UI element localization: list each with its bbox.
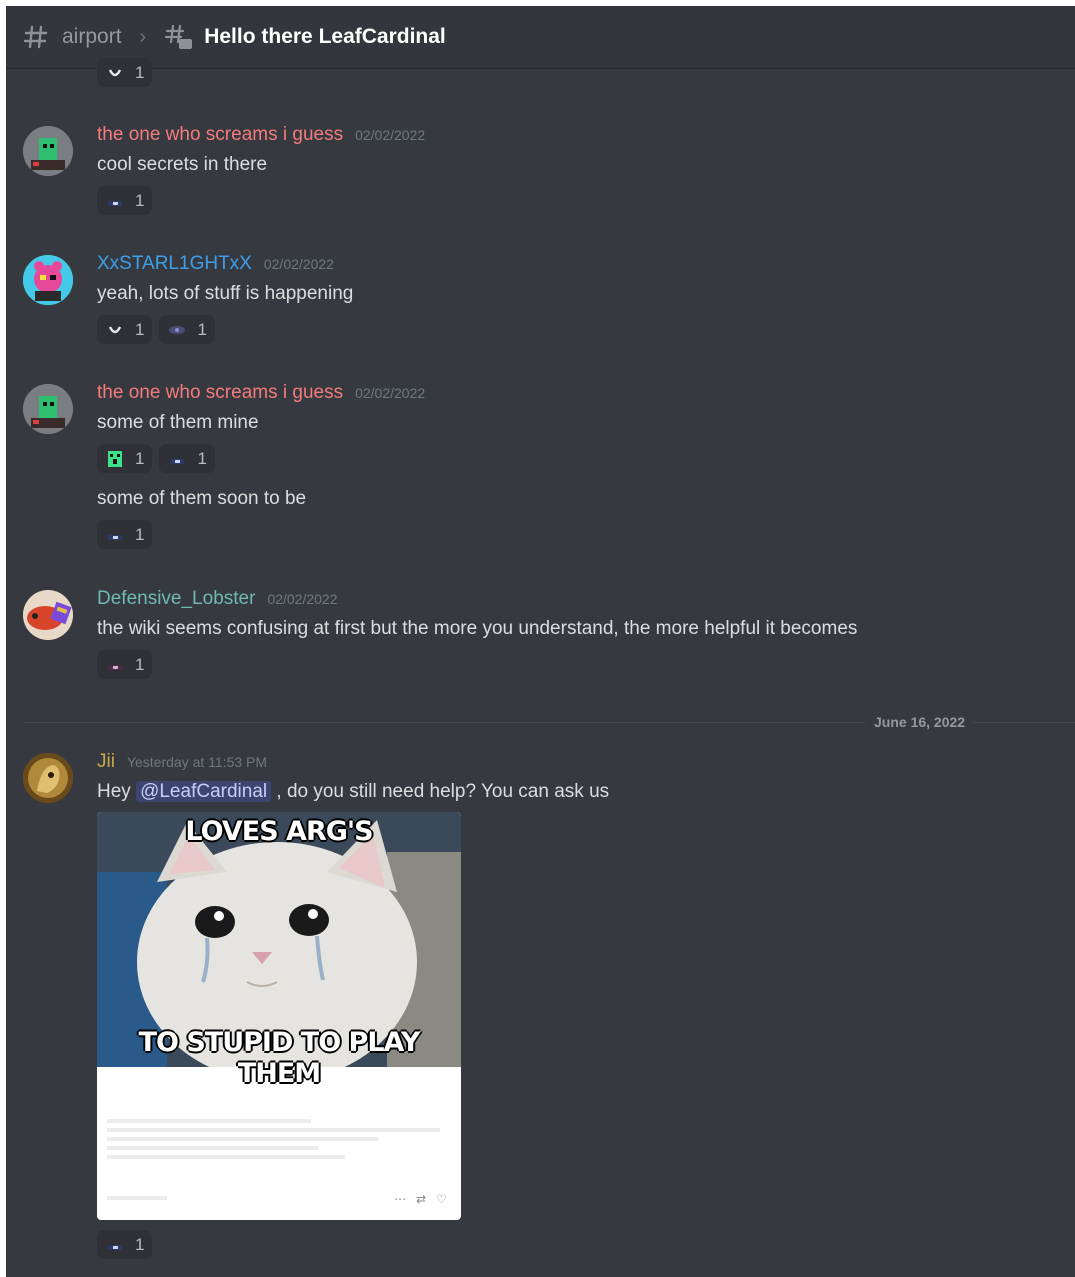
message-text-part: , do you still need help? You can ask us <box>271 781 610 802</box>
message-author[interactable]: the one who screams i guess <box>97 382 343 404</box>
message-timestamp: 02/02/2022 <box>263 256 334 272</box>
message-text: cool secrets in there <box>97 154 268 175</box>
sad-face-emoji-icon <box>105 526 125 544</box>
smile-emoji-icon <box>105 64 125 82</box>
breadcrumb-channel[interactable]: airport <box>62 25 122 49</box>
message-timestamp: Yesterday at 11:53 PM <box>126 754 268 770</box>
message-timestamp: 02/02/2022 <box>355 127 426 143</box>
user-mention[interactable]: @LeafCardinal <box>136 781 272 802</box>
sad-face-emoji-icon <box>167 450 187 468</box>
sad-face-emoji-icon <box>105 656 125 674</box>
meme-blurred-date <box>107 1196 167 1200</box>
avatar[interactable] <box>23 126 73 176</box>
message-text: some of them soon to be <box>97 488 307 509</box>
retweet-icon: ⇄ <box>416 1192 427 1206</box>
reaction-chip[interactable]: 1 <box>97 650 153 679</box>
eye-emoji-icon <box>167 321 187 339</box>
reaction-chip[interactable]: 1 <box>97 520 153 549</box>
date-divider-label: June 16, 2022 <box>866 714 974 730</box>
meme-blurred-caption <box>107 1114 447 1164</box>
reaction-chip[interactable]: 1 <box>97 1230 153 1259</box>
avatar[interactable] <box>23 384 73 434</box>
heart-icon: ♡ <box>436 1192 447 1206</box>
avatar[interactable] <box>23 255 73 305</box>
smile-emoji-icon <box>105 321 125 339</box>
creeper-emoji-icon <box>105 450 125 468</box>
avatar[interactable] <box>23 590 73 640</box>
thread-icon <box>165 24 193 49</box>
message-author[interactable]: Jii <box>97 751 115 773</box>
message-text: Hey @LeafCardinal , do you still need he… <box>97 777 1055 807</box>
message-timestamp: 02/02/2022 <box>355 385 426 401</box>
message-author[interactable]: Defensive_Lobster <box>97 588 255 610</box>
reaction-chip[interactable]: 1 <box>159 444 215 473</box>
message-timestamp: 02/02/2022 <box>267 591 338 607</box>
message-author[interactable]: the one who screams i guess <box>97 124 343 146</box>
meme-actions: ⋯ ⇄ ♡ <box>394 1192 447 1206</box>
reaction-chip[interactable]: 1 <box>97 186 153 215</box>
message-author[interactable]: XxSTARL1GHTxX <box>97 253 252 275</box>
reaction-chip[interactable]: 1 <box>97 58 153 87</box>
meme-top-text: LOVES ARG'S <box>185 816 373 847</box>
reaction-chip[interactable]: 1 <box>97 315 153 344</box>
image-attachment[interactable]: LOVES ARG'S TO STUPID TO PLAY THEM ⋯ ⇄ ♡ <box>97 812 461 1220</box>
message-text: yeah, lots of stuff is happening <box>97 283 354 304</box>
message-text: the wiki seems confusing at first but th… <box>97 618 858 639</box>
meme-bottom-text: TO STUPID TO PLAY THEM <box>138 1027 421 1089</box>
avatar[interactable] <box>23 753 73 803</box>
channel-hash-icon <box>23 25 48 49</box>
reaction-chip[interactable]: 1 <box>97 444 153 473</box>
message-text: some of them mine <box>97 412 259 433</box>
message-text-part: Hey <box>97 781 137 802</box>
sad-face-emoji-icon <box>105 192 125 210</box>
sad-face-emoji-icon <box>105 1236 125 1254</box>
thread-title: Hello there LeafCardinal <box>204 25 446 48</box>
breadcrumb-separator: › <box>139 25 147 48</box>
more-icon: ⋯ <box>394 1192 407 1206</box>
chat-window: airport › Hello there LeafCardinal 1 the… <box>6 6 1075 1277</box>
reaction-chip[interactable]: 1 <box>159 315 215 344</box>
